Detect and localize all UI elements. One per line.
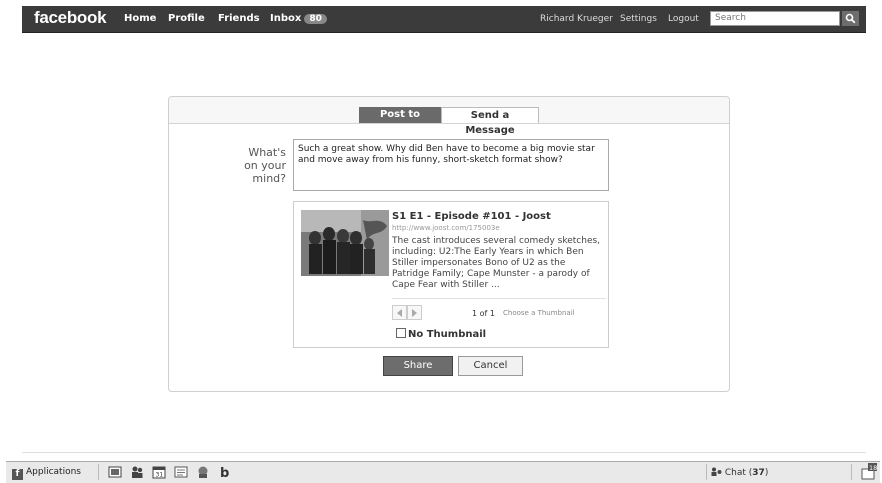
search-input[interactable]: Search bbox=[710, 11, 840, 26]
applications-label: Applications bbox=[26, 467, 81, 477]
bottom-chat-bar: f Applications 31 b Chat (37) 18 bbox=[6, 461, 880, 483]
thumbnail-count: 1 of 1 bbox=[472, 309, 495, 318]
logout-link[interactable]: Logout bbox=[668, 14, 699, 24]
photos-icon[interactable] bbox=[108, 465, 122, 479]
divider bbox=[706, 464, 707, 480]
top-navigation-bar: facebook Home Profile Friends Inbox 80 Ri… bbox=[22, 6, 866, 33]
nav-profile[interactable]: Profile bbox=[168, 13, 205, 24]
no-thumbnail-option[interactable]: No Thumbnail bbox=[396, 328, 486, 340]
no-thumbnail-checkbox[interactable] bbox=[396, 328, 406, 338]
b-app-icon[interactable]: b bbox=[218, 465, 232, 479]
notifications-count: 18 bbox=[869, 464, 877, 472]
share-button[interactable]: Share bbox=[383, 356, 453, 376]
attachment-url: http://www.joost.com/175003e bbox=[392, 224, 500, 232]
nav-inbox[interactable]: Inbox 80 bbox=[270, 13, 327, 24]
applications-menu[interactable]: f Applications bbox=[12, 467, 81, 480]
attachment-thumbnail bbox=[301, 210, 389, 276]
cancel-button[interactable]: Cancel bbox=[458, 356, 523, 376]
no-thumbnail-label: No Thumbnail bbox=[408, 329, 487, 340]
events-icon[interactable]: 31 bbox=[152, 465, 166, 479]
user-name-link[interactable]: Richard Krueger bbox=[540, 14, 613, 24]
publisher-tabs: Post to Profile Send a Message bbox=[169, 97, 729, 136]
settings-link[interactable]: Settings bbox=[620, 14, 657, 24]
attachment-title[interactable]: S1 E1 - Episode #101 - Joost bbox=[392, 211, 551, 222]
svg-text:b: b bbox=[220, 466, 229, 479]
inbox-count-badge: 80 bbox=[304, 14, 327, 24]
notifications-icon[interactable]: 18 bbox=[859, 463, 877, 481]
divider bbox=[851, 464, 852, 480]
tab-send-a-message[interactable]: Send a Message bbox=[441, 107, 539, 136]
link-attachment-preview: S1 E1 - Episode #101 - Joost http://www.… bbox=[293, 201, 609, 348]
arrow-left-icon bbox=[397, 309, 402, 317]
attachment-description: The cast introduces several comedy sketc… bbox=[392, 236, 601, 290]
chat-label: Chat bbox=[724, 468, 746, 478]
divider bbox=[98, 464, 99, 480]
arrow-right-icon bbox=[412, 309, 417, 317]
search-icon bbox=[845, 13, 856, 24]
tab-post-to-profile[interactable]: Post to Profile bbox=[359, 107, 441, 135]
next-thumbnail-button[interactable] bbox=[407, 305, 422, 320]
svg-text:31: 31 bbox=[156, 472, 164, 479]
nav-home[interactable]: Home bbox=[124, 13, 156, 24]
chat-button[interactable]: Chat (37) bbox=[711, 467, 768, 478]
chat-online-count: 37 bbox=[752, 468, 765, 478]
search-button[interactable] bbox=[842, 11, 859, 26]
status-prompt-label: What's on your mind? bbox=[244, 146, 286, 185]
facebook-square-icon: f bbox=[12, 469, 23, 480]
online-friends-icon bbox=[711, 467, 722, 476]
facebook-logo[interactable]: facebook bbox=[34, 8, 107, 28]
thumbnail-image bbox=[301, 210, 389, 276]
friends-icon[interactable] bbox=[130, 465, 144, 479]
previous-thumbnail-button[interactable] bbox=[392, 305, 407, 320]
choose-thumbnail-label: Choose a Thumbnail bbox=[503, 309, 575, 317]
status-textarea[interactable]: Such a great show. Why did Ben have to b… bbox=[293, 139, 609, 191]
notes-icon[interactable] bbox=[174, 465, 188, 479]
attachment-divider bbox=[392, 298, 606, 299]
gifts-icon[interactable] bbox=[196, 465, 210, 479]
nav-inbox-label: Inbox bbox=[270, 13, 302, 24]
nav-friends[interactable]: Friends bbox=[218, 13, 260, 24]
page-footer bbox=[22, 452, 866, 461]
